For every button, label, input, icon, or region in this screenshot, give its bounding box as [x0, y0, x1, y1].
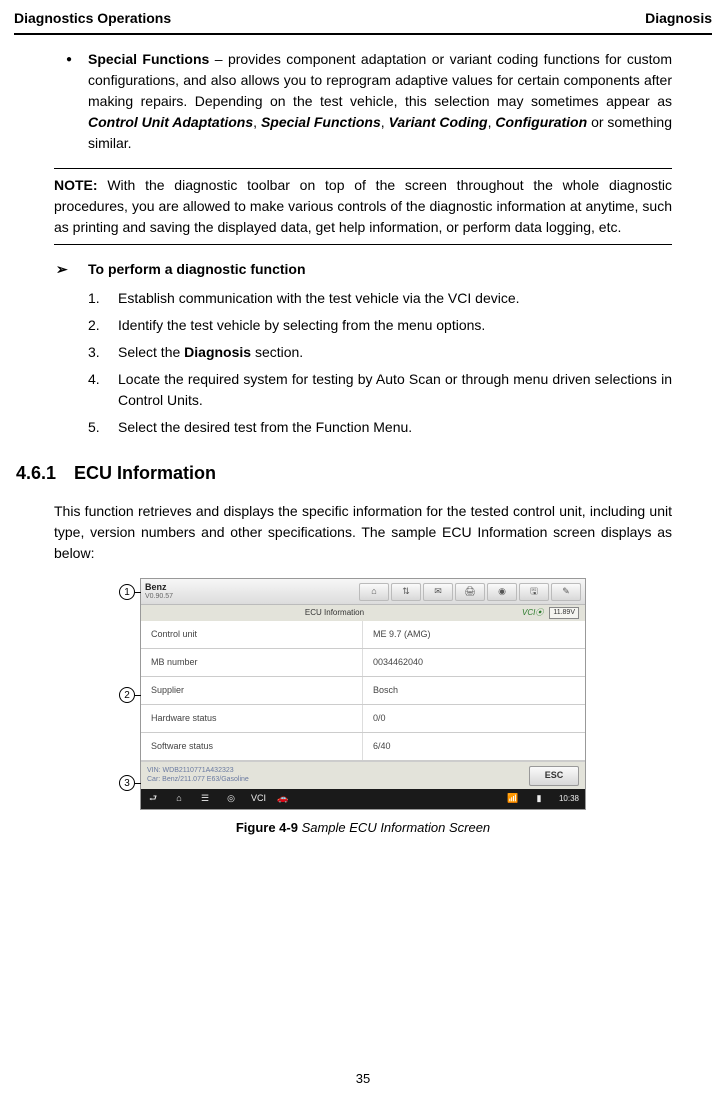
note-box: NOTE: With the diagnostic toolbar on top…: [54, 168, 672, 245]
updown-icon[interactable]: ⇅: [391, 583, 421, 601]
note-label: NOTE:: [54, 177, 98, 193]
procedure-steps: 1. Establish communication with the test…: [54, 288, 672, 438]
figure-caption: Figure 4-9 Sample ECU Information Screen: [54, 818, 672, 838]
vci-nav-icon[interactable]: VCI: [251, 792, 263, 806]
table-row: MB number0034462040: [141, 649, 585, 677]
bullet-title: Special Functions: [88, 51, 209, 67]
back-icon[interactable]: ⮐: [147, 792, 159, 806]
step-num: 5.: [88, 417, 118, 438]
procedure-heading: ➢ To perform a diagnostic function: [54, 259, 672, 280]
bullet-icon: [54, 49, 88, 154]
page-number: 35: [0, 1069, 726, 1089]
callout-3: 3: [119, 775, 135, 791]
battery-icon: ▮: [533, 792, 545, 806]
data-icon[interactable]: ✉: [423, 583, 453, 601]
home-nav-icon[interactable]: ⌂: [173, 792, 185, 806]
step-num: 4.: [88, 369, 118, 411]
step-text: Establish communication with the test ve…: [118, 288, 672, 309]
brand-name: Benz: [145, 583, 209, 593]
vci-label: VCI⦿: [522, 607, 543, 619]
step-text: Identify the test vehicle by selecting f…: [118, 315, 672, 336]
battery-indicator: 11.89V: [549, 607, 579, 620]
clock: 10:38: [559, 793, 579, 805]
page-header: Diagnostics Operations Diagnosis: [0, 0, 726, 33]
step-4: 4. Locate the required system for testin…: [88, 369, 672, 411]
camera-icon[interactable]: ◎: [225, 792, 237, 806]
step-3: 3. Select the Diagnosis section.: [88, 342, 672, 363]
sub-toolbar: ECU Information VCI⦿ 11.89V: [141, 605, 585, 621]
table-row: Software status6/40: [141, 733, 585, 761]
section-title: ECU Information: [74, 460, 216, 487]
step-2: 2. Identify the test vehicle by selectin…: [88, 315, 672, 336]
arrow-icon: ➢: [54, 259, 88, 280]
section-intro: This function retrieves and displays the…: [54, 501, 672, 564]
bullet-text: Special Functions – provides component a…: [88, 49, 672, 154]
device-screenshot: 1 2 3 Benz V0.90.57 ⌂ ⇅ ✉ 🖨 ◉ 🖫 ✎: [140, 578, 586, 810]
step-num: 3.: [88, 342, 118, 363]
term-4: Configuration: [495, 114, 587, 130]
term-1: Control Unit Adaptations: [88, 114, 253, 130]
step-text: Locate the required system for testing b…: [118, 369, 672, 411]
recent-icon[interactable]: ☰: [199, 792, 211, 806]
screen-title: ECU Information: [305, 607, 364, 619]
print-icon[interactable]: 🖨: [455, 583, 485, 601]
table-row: Hardware status0/0: [141, 705, 585, 733]
bullet-special-functions: Special Functions – provides component a…: [54, 49, 672, 154]
log-icon[interactable]: ✎: [551, 583, 581, 601]
table-row: SupplierBosch: [141, 677, 585, 705]
step-1: 1. Establish communication with the test…: [88, 288, 672, 309]
header-left: Diagnostics Operations: [14, 8, 171, 29]
header-divider: [14, 33, 712, 35]
caption-text: Sample ECU Information Screen: [298, 820, 490, 835]
section-number: 4.6.1: [16, 460, 74, 487]
step-5: 5. Select the desired test from the Func…: [88, 417, 672, 438]
procedure-title: To perform a diagnostic function: [88, 259, 306, 280]
help-icon[interactable]: ◉: [487, 583, 517, 601]
step-text: Select the desired test from the Functio…: [118, 417, 672, 438]
section-heading: 4.6.1 ECU Information: [16, 460, 672, 487]
esc-button[interactable]: ESC: [529, 766, 579, 786]
home-icon[interactable]: ⌂: [359, 583, 389, 601]
term-2: Special Functions: [261, 114, 381, 130]
system-navbar: ⮐ ⌂ ☰ ◎ VCI 🚗 📶 ▮ 10:38: [141, 789, 585, 809]
signal-icon: 📶: [507, 792, 519, 806]
car-icon[interactable]: 🚗: [277, 792, 289, 806]
step-text: Select the Diagnosis section.: [118, 342, 672, 363]
figure-wrap: 1 2 3 Benz V0.90.57 ⌂ ⇅ ✉ 🖨 ◉ 🖫 ✎: [54, 578, 672, 810]
callout-1: 1: [119, 584, 135, 600]
brand-version: V0.90.57: [145, 593, 209, 601]
brand-block: Benz V0.90.57: [145, 583, 209, 601]
step-num: 2.: [88, 315, 118, 336]
toolbar-icons: ⌂ ⇅ ✉ 🖨 ◉ 🖫 ✎: [359, 583, 581, 601]
callout-2: 2: [119, 687, 135, 703]
table-row: Control unitME 9.7 (AMG): [141, 621, 585, 649]
step-num: 1.: [88, 288, 118, 309]
bottom-bar: VIN: WDB2110771A432323 Car: Benz/211.077…: [141, 761, 585, 789]
save-icon[interactable]: 🖫: [519, 583, 549, 601]
note-text: With the diagnostic toolbar on top of th…: [54, 177, 672, 235]
term-3: Variant Coding: [389, 114, 488, 130]
caption-label: Figure 4-9: [236, 820, 298, 835]
diagnostic-toolbar: Benz V0.90.57 ⌂ ⇅ ✉ 🖨 ◉ 🖫 ✎: [141, 579, 585, 605]
vin-info: VIN: WDB2110771A432323 Car: Benz/211.077…: [147, 767, 249, 784]
bullet-sep: –: [209, 51, 228, 67]
info-table: Control unitME 9.7 (AMG) MB number003446…: [141, 621, 585, 761]
header-right: Diagnosis: [645, 8, 712, 29]
